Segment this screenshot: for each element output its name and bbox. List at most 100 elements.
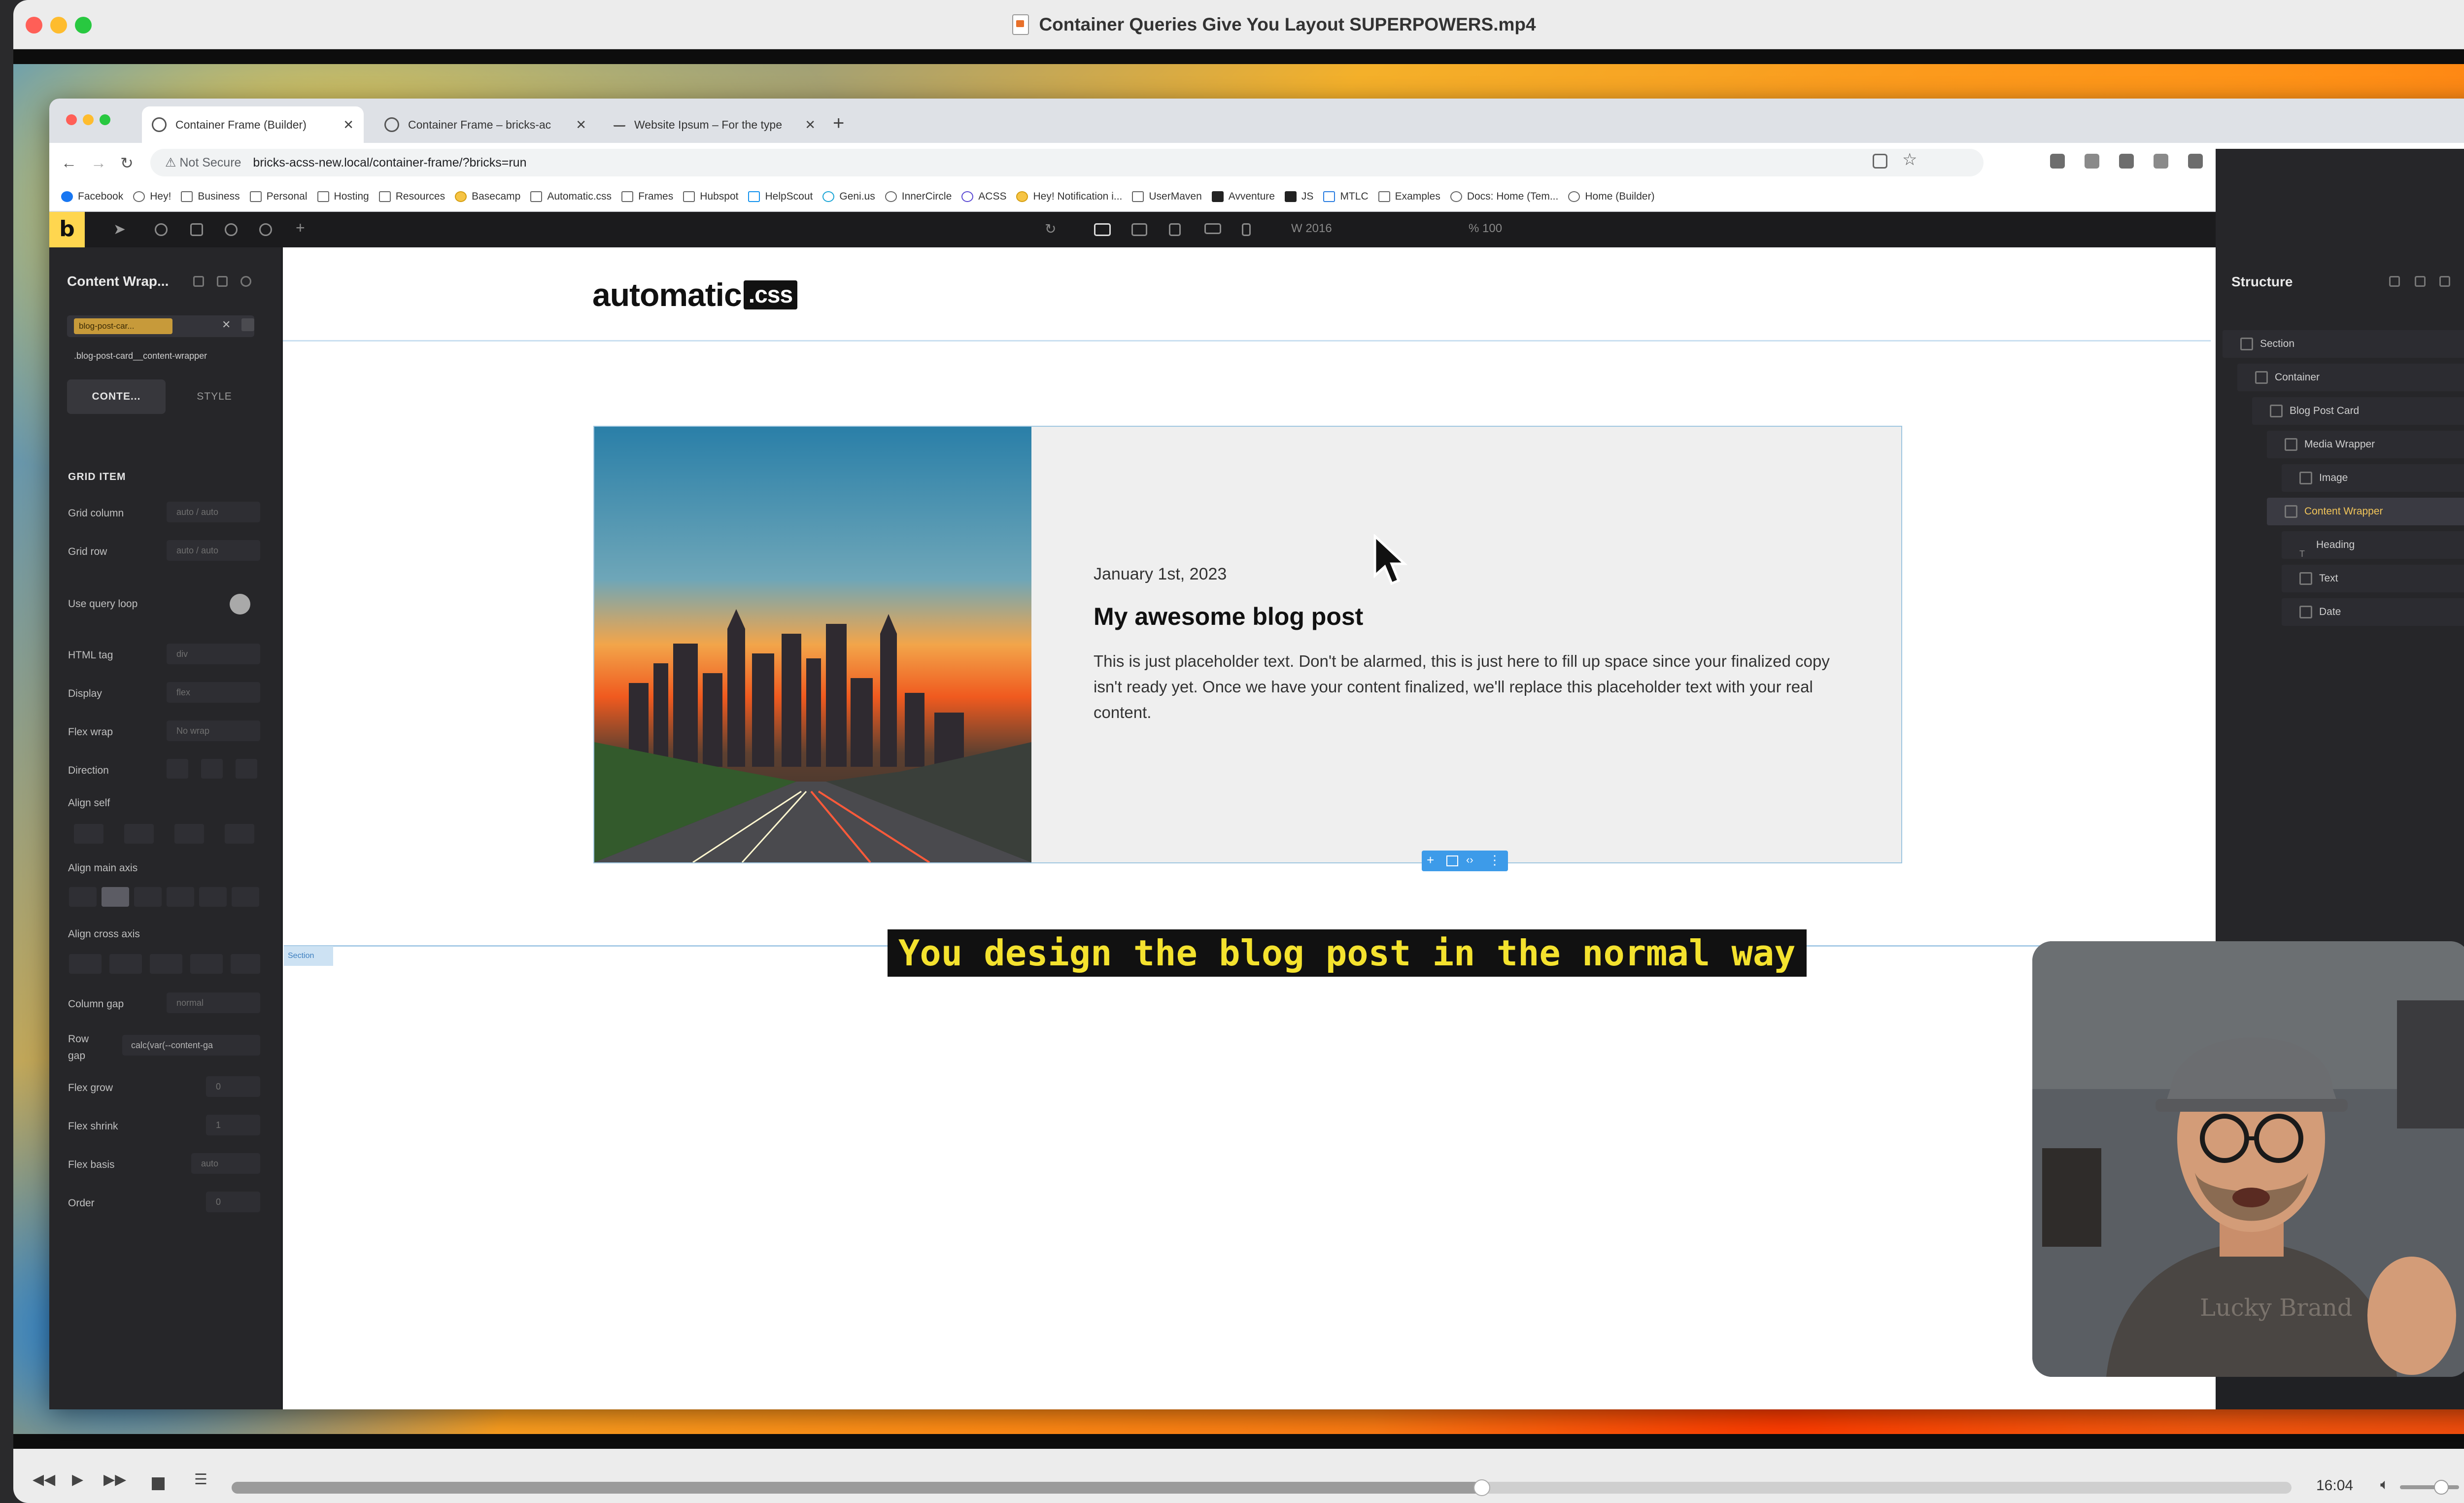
trash-icon[interactable] [2439,276,2450,287]
scrubber-handle[interactable] [1473,1479,1490,1496]
align-self-option[interactable] [74,824,103,844]
remove-class-icon[interactable]: ✕ [222,318,231,331]
bookmark-usermaven[interactable]: UserMaven [1132,191,1202,203]
bookmark-hosting[interactable]: Hosting [317,191,369,203]
align-cross-option[interactable] [69,954,102,974]
browser-minimize-button[interactable] [83,114,94,125]
flex-grow-input[interactable]: 0 [206,1076,260,1097]
bookmark-hubspot[interactable]: Hubspot [683,191,738,203]
row-gap-input[interactable]: calc(var(--content-ga [122,1035,260,1056]
align-main-option[interactable] [199,887,227,907]
bookmark-geni-us[interactable]: Geni.us [822,191,875,203]
direction-reverse-button[interactable] [236,759,257,779]
bookmark-mtlc[interactable]: MTLC [1323,191,1369,203]
flex-basis-input[interactable]: auto [191,1153,260,1174]
align-main-option-selected[interactable] [102,887,129,907]
extension-icon[interactable] [2119,154,2134,169]
align-main-option[interactable] [232,887,259,907]
structure-item-media-wrapper[interactable]: Media Wrapper [2267,431,2464,458]
blog-post-content-wrapper[interactable] [1031,427,1901,862]
browser-close-button[interactable] [66,114,77,125]
more-dots-icon[interactable]: ⋮ [2462,272,2464,289]
bookmark-innercircle[interactable]: InnerCircle [885,191,952,203]
bookmark-frames[interactable]: Frames [621,191,673,203]
site-logo[interactable]: automatic .css [592,276,798,313]
structure-item-date[interactable]: Date [2282,598,2464,626]
align-main-option[interactable] [69,887,97,907]
bookmark-hey-notification[interactable]: Hey! Notification i... [1016,191,1122,203]
play-icon[interactable]: ▶ [72,1471,83,1488]
bookmark-helpscout[interactable]: HelpScout [748,191,813,203]
column-gap-input[interactable]: normal [167,992,260,1013]
extension-icon[interactable] [2085,154,2099,169]
address-bar[interactable]: ⚠ Not Secure bricks-acss-new.local/conta… [150,149,1984,176]
query-loop-toggle[interactable] [230,594,250,615]
volume-slider[interactable] [2400,1485,2459,1489]
grid-row-input[interactable]: auto / auto [167,540,260,561]
more-icon[interactable]: ⋮ [1488,853,1501,868]
bookmark-docs-home[interactable]: Docs: Home (Tem... [1450,191,1558,203]
extension-icon[interactable] [2188,154,2203,169]
fast-forward-icon[interactable]: ▶▶ [103,1471,126,1488]
tab-website-ipsum[interactable]: Website Ipsum – For the type ✕ [604,106,825,143]
tab-style[interactable]: STYLE [175,379,254,414]
structure-item-content-wrapper[interactable]: Content Wrapper [2267,498,2464,525]
stop-icon[interactable] [152,1477,165,1490]
align-cross-option[interactable] [150,954,182,974]
close-tab-icon[interactable]: ✕ [343,117,354,133]
reload-icon[interactable]: ↻ [120,154,134,172]
section-label[interactable]: Section [284,946,333,966]
tab-container-frame[interactable]: Container Frame – bricks-ac ✕ [375,106,596,143]
search-icon[interactable] [240,276,251,287]
structure-item-container[interactable]: Container [2237,364,2464,391]
class-chip[interactable]: blog-post-car... [74,318,172,334]
blog-post-image[interactable] [594,427,1031,862]
display-select[interactable]: flex [167,682,260,703]
align-self-option[interactable] [225,824,254,844]
close-tab-icon[interactable]: ✕ [805,117,816,133]
bookmark-hey[interactable]: Hey! [133,191,171,203]
duplicate-icon[interactable] [1446,855,1458,866]
align-cross-option[interactable] [231,954,260,974]
bookmark-facebook[interactable]: Facebook [61,191,123,203]
bookmark-personal[interactable]: Personal [249,191,308,203]
bookmark-automatic-css[interactable]: Automatic.css [530,191,612,203]
align-self-option[interactable] [124,824,154,844]
extension-icon[interactable] [2050,154,2065,169]
structure-item-heading[interactable]: T Heading [2282,531,2464,559]
forward-icon[interactable]: → [91,154,106,172]
rewind-icon[interactable]: ◀◀ [33,1471,55,1488]
copy-icon[interactable] [193,276,204,287]
back-icon[interactable]: ← [61,154,77,172]
share-icon[interactable] [1873,154,1887,169]
bookmark-examples[interactable]: Examples [1378,191,1440,203]
extension-icon[interactable] [2154,154,2168,169]
bookmark-avventure[interactable]: Avventure [1211,191,1275,203]
tab-container-frame-builder[interactable]: Container Frame (Builder) ✕ [142,106,364,143]
flex-shrink-input[interactable]: 1 [206,1115,260,1135]
grid-column-input[interactable]: auto / auto [167,502,260,522]
direction-column-button[interactable] [201,759,223,779]
expand-icon[interactable] [2389,276,2400,287]
close-tab-icon[interactable]: ✕ [576,117,586,133]
align-self-option[interactable] [174,824,204,844]
structure-item-section[interactable]: Section [2223,330,2464,358]
bookmark-home-builder[interactable]: Home (Builder) [1568,191,1655,203]
volume-handle[interactable] [2434,1480,2449,1495]
bookmark-acss[interactable]: ACSS [961,191,1006,203]
align-cross-option[interactable] [190,954,223,974]
bookmark-basecamp[interactable]: Basecamp [455,191,520,203]
bookmark-business[interactable]: Business [181,191,240,203]
code-icon[interactable]: ‹› [1466,854,1473,866]
chapters-list-icon[interactable]: ☰ [194,1471,207,1488]
add-icon[interactable]: + [1427,853,1434,868]
download-icon[interactable] [2415,276,2426,287]
align-cross-option[interactable] [109,954,142,974]
element-actions-toolbar[interactable]: + ‹› ⋮ [1422,851,1508,871]
order-input[interactable]: 0 [206,1192,260,1212]
tab-content[interactable]: CONTE... [67,379,166,414]
html-tag-select[interactable]: div [167,644,260,664]
bookmark-star-icon[interactable]: ☆ [1902,150,1917,170]
bookmark-resources[interactable]: Resources [378,191,445,203]
structure-item-image[interactable]: Image [2282,464,2464,492]
